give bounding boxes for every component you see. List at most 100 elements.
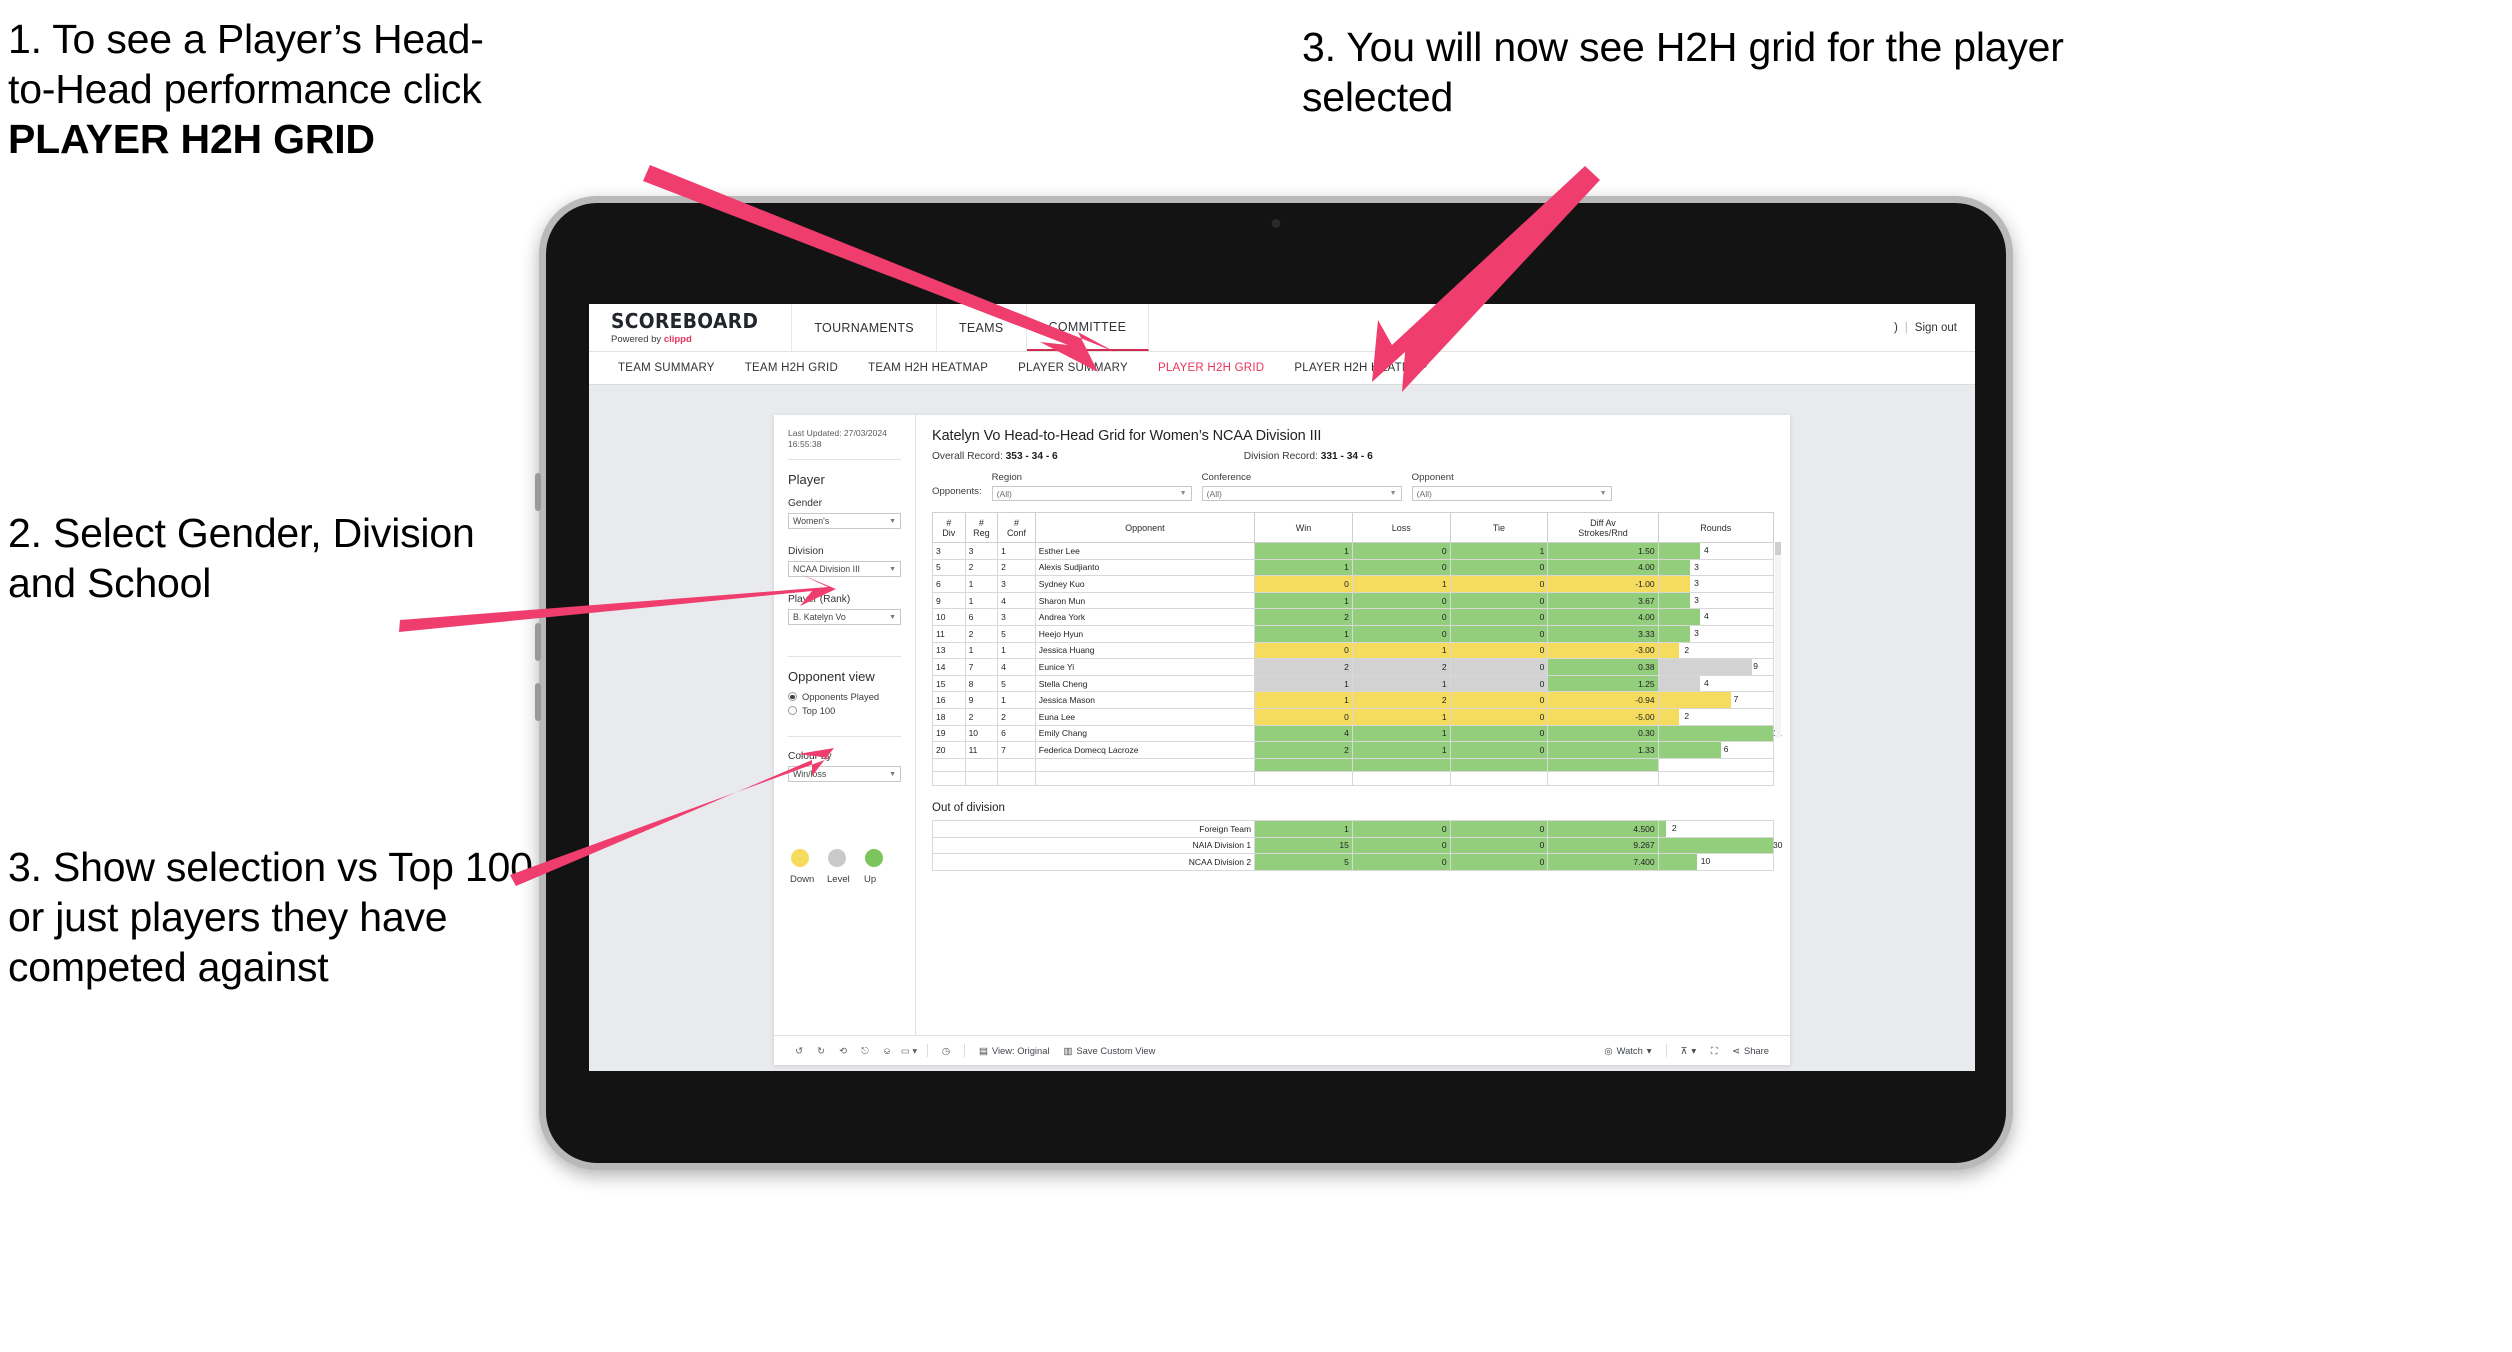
chart-icon: ▥ [1063, 1044, 1073, 1056]
opponents-label: Opponents: [932, 486, 982, 497]
tab-player-h2h-heatmap[interactable]: PLAYER H2H HEATMAP [1279, 362, 1442, 374]
nav-item-teams[interactable]: TEAMS [937, 304, 1027, 351]
cell-loss: 1 [1351, 674, 1451, 693]
nav-item-tournaments[interactable]: TOURNAMENTS [792, 304, 937, 351]
chevron-down-icon[interactable]: ▭ ▾ [898, 1045, 920, 1057]
tab-team-summary[interactable]: TEAM SUMMARY [603, 362, 730, 374]
radio-opponents-played[interactable]: Opponents Played [788, 691, 901, 702]
brand-logo[interactable]: SCOREBOARD Powered by clippd [589, 304, 793, 351]
division-select[interactable]: NCAA Division III ▼ [788, 561, 901, 578]
save-custom-view-button[interactable]: ▥ Save Custom View [1057, 1045, 1163, 1057]
chevron-down-icon: ▼ [889, 770, 896, 778]
cell-rounds: 2 [1657, 641, 1775, 660]
radio-top-100[interactable]: Top 100 [788, 705, 901, 716]
redo-icon[interactable]: ↻ [810, 1045, 832, 1057]
history-icon[interactable]: ◷ [935, 1045, 957, 1057]
refresh-data-icon[interactable]: ⎋ [854, 1045, 876, 1057]
sign-out-link[interactable]: Sign out [1915, 322, 1957, 334]
opponent-filter[interactable]: Opponent (All) ▼ [1411, 472, 1612, 501]
table-row[interactable]: 14 7 4 Eunice Yi 2 2 0 0.38 9 [932, 658, 1775, 676]
pause-updates-icon[interactable]: ⎉ [876, 1045, 898, 1057]
tab-team-h2h-heatmap[interactable]: TEAM H2H HEATMAP [853, 362, 1003, 374]
rounds-value: 4 [1704, 677, 1709, 688]
table-row[interactable]: 18 2 2 Euna Lee 0 1 0 -5.00 2 [932, 707, 1775, 726]
main-content-pane: Katelyn Vo Head-to-Head Grid for Women’s… [916, 415, 1790, 1035]
cell-empty [1351, 771, 1451, 786]
rounds-value: 3 [1694, 578, 1699, 589]
eye-icon: ◎ [1604, 1044, 1613, 1056]
table-row[interactable]: 5 2 2 Alexis Sudjianto 1 0 0 4.00 3 [932, 558, 1775, 577]
col-conf-l2: Conf [1006, 527, 1026, 538]
table-row[interactable]: 10 6 3 Andrea York 2 0 0 4.00 4 [932, 608, 1775, 626]
cell--div: 13 [932, 641, 966, 660]
share-button[interactable]: ⋖ Share [1725, 1045, 1776, 1057]
col-loss[interactable]: Loss [1351, 512, 1451, 543]
col-div[interactable]: # Div [932, 512, 966, 543]
view-original-button[interactable]: ▤ View: Original [972, 1045, 1057, 1057]
player-rank-select[interactable]: B. Katelyn Vo ▼ [788, 609, 901, 626]
cell--div: 9 [932, 591, 966, 610]
division-record-label: Division Record: [1243, 451, 1321, 462]
table-row[interactable]: 13 1 1 Jessica Huang 0 1 0 -3.00 2 [932, 641, 1775, 660]
cell-win: 2 [1254, 741, 1353, 759]
table-row[interactable]: 11 2 5 Heejo Hyun 1 0 0 3.33 3 [932, 624, 1775, 643]
tablet-volume-up-button [535, 623, 541, 661]
list-item[interactable]: NCAA Division 2 5 0 0 7.400 10 [931, 853, 1775, 871]
tab-player-h2h-grid[interactable]: PLAYER H2H GRID [1143, 362, 1279, 374]
tab-team-h2h-grid[interactable]: TEAM H2H GRID [730, 362, 853, 374]
col-reg[interactable]: # Reg [964, 512, 999, 543]
colour-by-select[interactable]: Win/loss ▼ [788, 766, 901, 783]
col-diff[interactable]: Diff Av Strokes/Rnd [1547, 512, 1659, 543]
cell-tie: 0 [1449, 658, 1549, 676]
cell-rounds: 4 [1657, 542, 1775, 560]
fullscreen-icon[interactable]: ⛶ [1703, 1045, 1725, 1057]
chevron-down-icon: ▼ [889, 565, 896, 573]
tab-player-summary[interactable]: PLAYER SUMMARY [1003, 362, 1143, 374]
table-row[interactable]: 9 1 4 Sharon Mun 1 0 0 3.67 3 [932, 591, 1775, 610]
watch-button[interactable]: ◎ Watch ▾ [1597, 1045, 1658, 1057]
revert-icon[interactable]: ⟲ [832, 1045, 854, 1057]
col-win[interactable]: Win [1254, 512, 1353, 543]
col-tie[interactable]: Tie [1449, 512, 1549, 543]
scrollbar-thumb[interactable] [1775, 542, 1781, 555]
table-row[interactable]: 6 1 3 Sydney Kuo 0 1 0 -1.00 3 [932, 575, 1775, 593]
cell-loss: 0 [1351, 558, 1451, 577]
table-row[interactable]: 15 8 5 Stella Cheng 1 1 0 1.25 4 [932, 674, 1775, 693]
table-row[interactable]: 16 9 1 Jessica Mason 1 2 0 -0.94 7 [932, 691, 1775, 709]
col-rounds[interactable]: Rounds [1657, 512, 1775, 543]
conference-filter[interactable]: Conference (All) ▼ [1201, 472, 1402, 501]
cell-empty [1034, 771, 1256, 786]
table-spacer-row [932, 771, 1775, 786]
cell--div: 10 [932, 608, 966, 626]
region-filter-select[interactable]: (All) ▼ [991, 486, 1192, 501]
table-row[interactable]: 3 3 1 Esther Lee 1 0 1 1.50 4 [932, 542, 1775, 560]
conference-filter-select[interactable]: (All) ▼ [1201, 486, 1402, 501]
nav-item-committee[interactable]: COMMITTEE [1026, 304, 1150, 351]
table-row[interactable]: 20 11 7 Federica Domecq Lacroze 2 1 0 1.33 6 [932, 741, 1775, 759]
conference-filter-value: (All) [1206, 488, 1222, 499]
download-button[interactable]: ⊼ ▾ [1674, 1045, 1704, 1057]
undo-icon[interactable]: ↺ [788, 1045, 810, 1057]
table-row-clipped [932, 757, 1775, 773]
watch-label: Watch [1616, 1045, 1643, 1056]
table-row[interactable]: 19106Emily Chang4100.3011 [932, 724, 1782, 743]
topnav-account-area: ) | Sign out [1876, 304, 1975, 351]
gender-select[interactable]: Women's ▼ [788, 513, 901, 530]
cell-diff-av-strokes-rnd: 0.38 [1547, 658, 1659, 676]
cell--reg: 10 [964, 724, 999, 743]
sidebar-divider-3 [788, 736, 901, 738]
cell-clipped [1547, 757, 1659, 773]
col-conf[interactable]: # Conf [997, 512, 1036, 543]
region-filter[interactable]: Region (All) ▼ [991, 472, 1192, 501]
table-vertical-scrollbar[interactable] [1775, 542, 1781, 738]
division-record-value: 331 - 34 - 6 [1320, 451, 1373, 462]
rounds-bar [1658, 675, 1701, 692]
col-opponent[interactable]: Opponent [1034, 512, 1256, 543]
list-item[interactable]: Foreign Team 1 0 0 4.500 2 [931, 819, 1775, 838]
cell--reg: 11 [964, 741, 999, 759]
cell-opponent: Sharon Mun [1034, 591, 1256, 610]
list-item[interactable]: NAIA Division 1 15 0 0 9.267 30 [931, 836, 1782, 855]
cell-ood: 0 [1351, 819, 1451, 838]
opponent-filter-select[interactable]: (All) ▼ [1411, 486, 1612, 501]
cell--conf: 1 [997, 691, 1036, 709]
